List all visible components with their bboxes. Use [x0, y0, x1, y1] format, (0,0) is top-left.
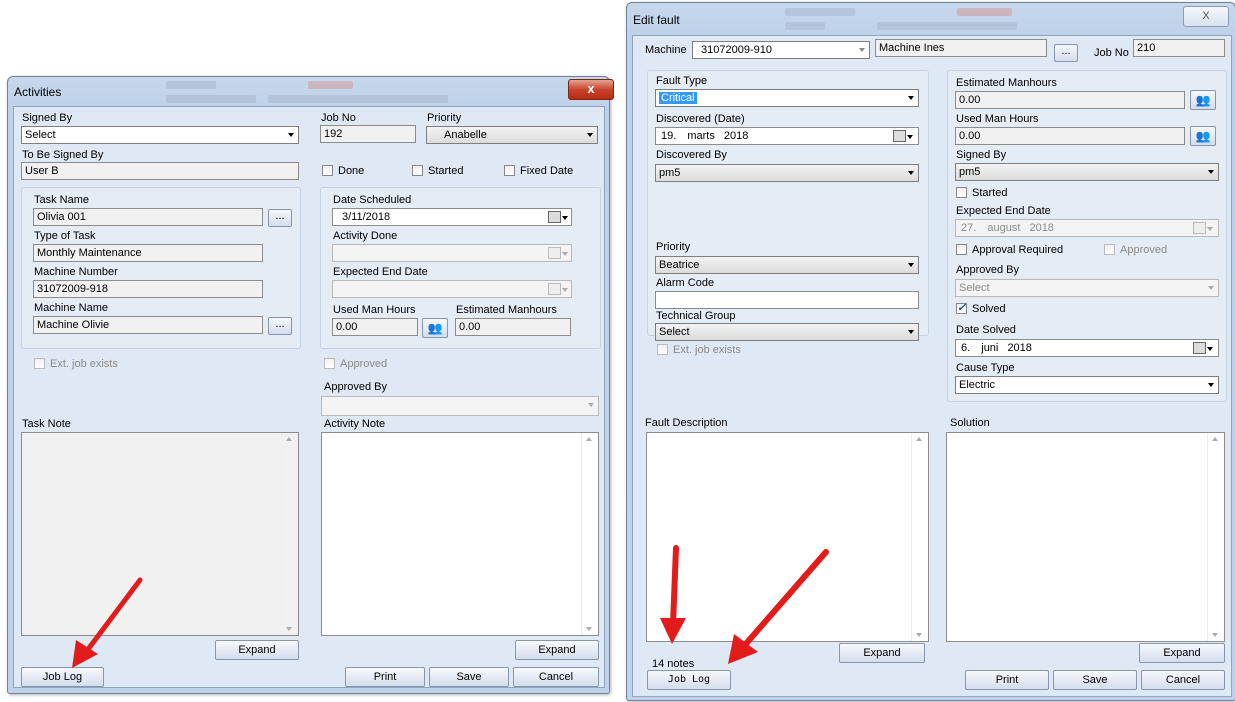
arrow-to-activities-job-log: [72, 577, 143, 668]
arrow-to-edit-fault-job-log: [728, 549, 829, 664]
arrow-to-notes-count: [660, 545, 686, 644]
annotation-arrows: [72, 545, 829, 668]
